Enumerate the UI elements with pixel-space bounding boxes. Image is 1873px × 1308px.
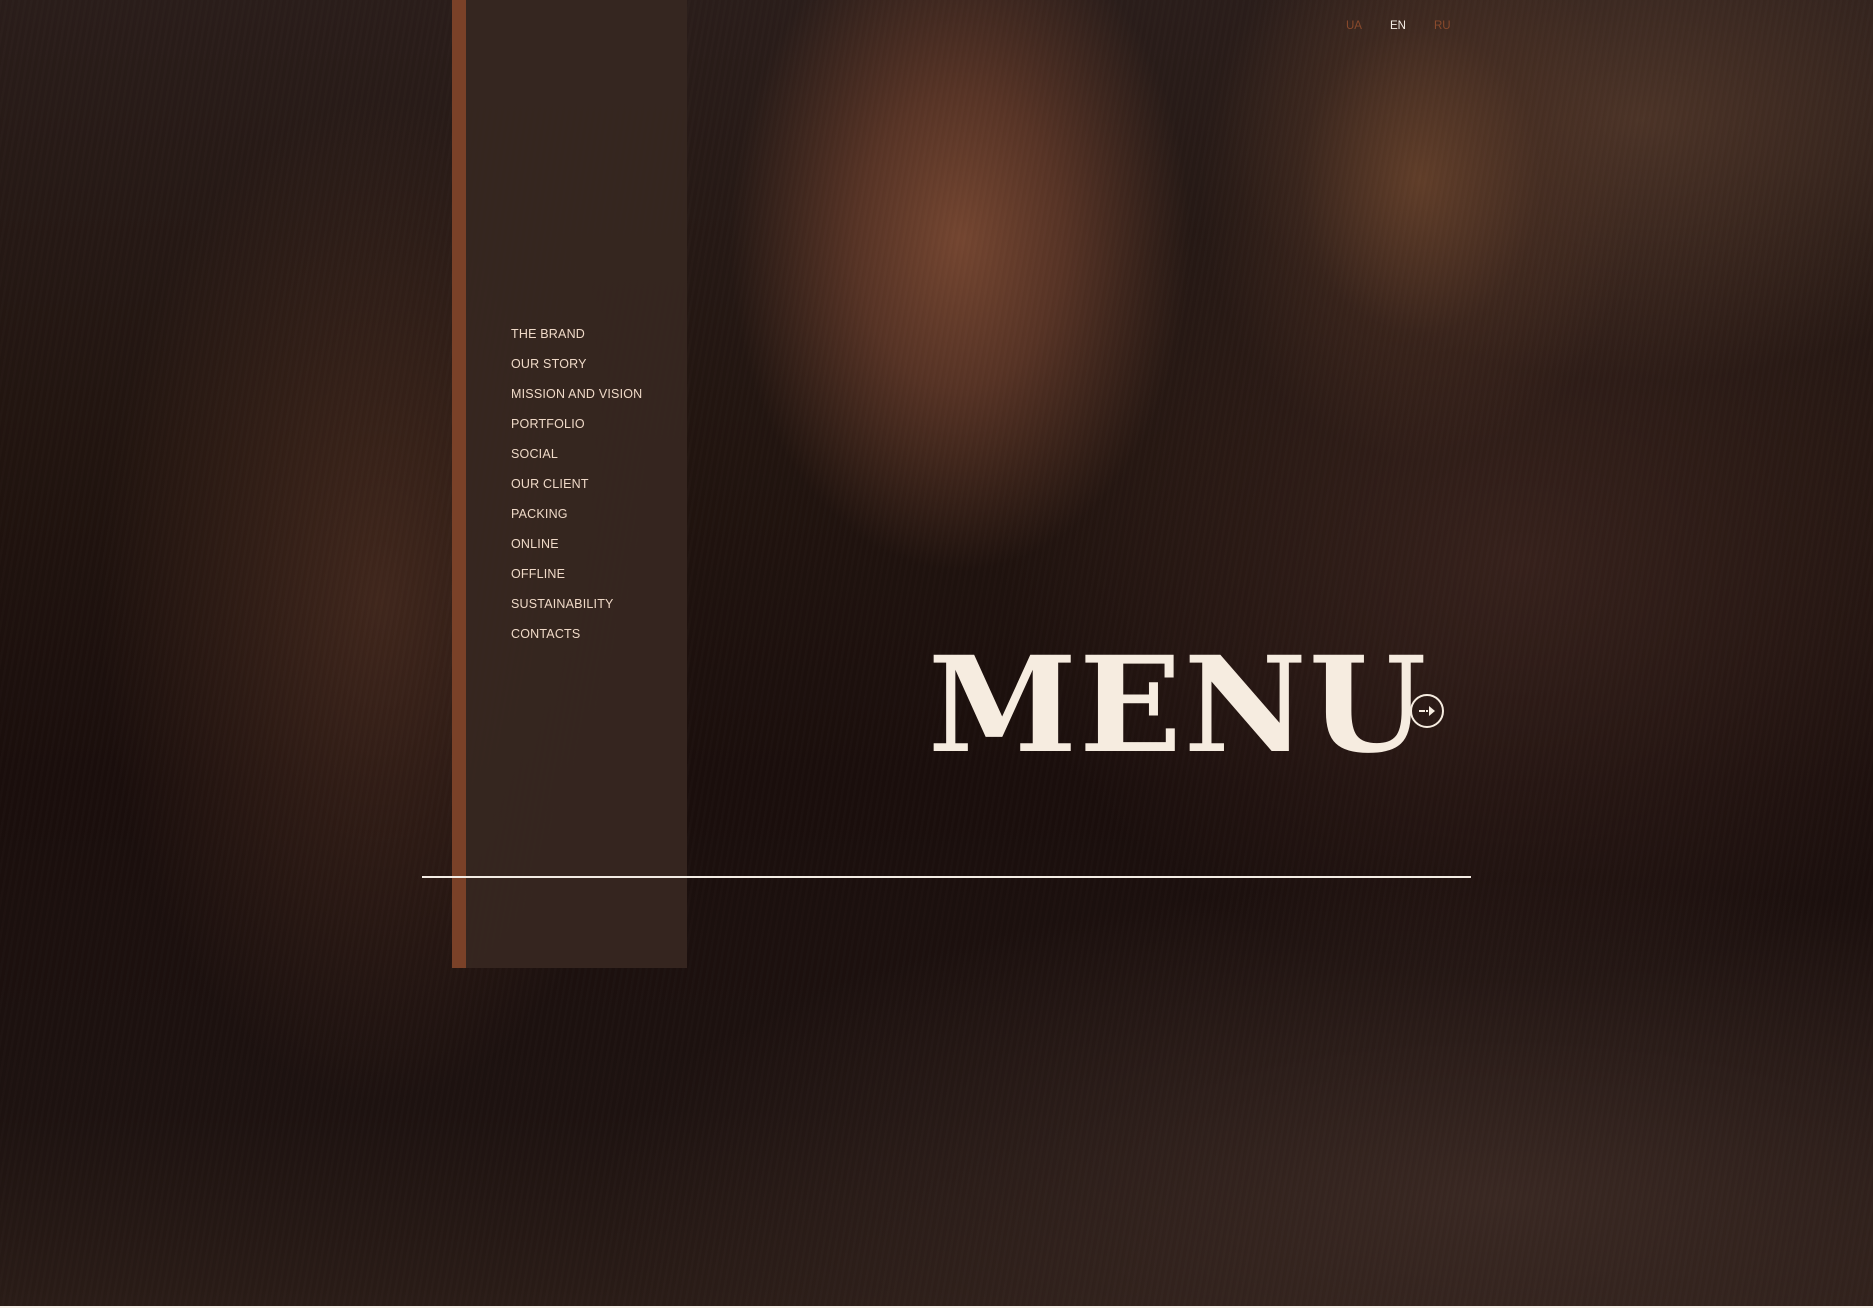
sidebar-item-sustainability: SUSTAINABILITY [511,593,642,623]
sidebar-item-our-client: OUR CLIENT [511,473,642,503]
sidebar-item-packing: PACKING [511,503,642,533]
sidebar-item-portfolio: PORTFOLIO [511,413,642,443]
sidebar-item-offline: OFFLINE [511,563,642,593]
nav-link-mission-and-vision[interactable]: MISSION AND VISION [511,387,642,401]
arrow-right-circle-icon [1419,706,1435,716]
sidebar-item-our-story: OUR STORY [511,353,642,383]
nav-link-portfolio[interactable]: PORTFOLIO [511,417,585,431]
sidebar-item-social: SOCIAL [511,443,642,473]
lang-option-en[interactable]: EN [1390,20,1406,32]
menu-toggle-button[interactable] [1410,694,1444,728]
nav-link-our-story[interactable]: OUR STORY [511,357,587,371]
lang-option-ua[interactable]: UA [1346,20,1362,32]
nav-link-contacts[interactable]: CONTACTS [511,627,580,641]
menu-title: MENU [928,628,1429,783]
nav-link-online[interactable]: ONLINE [511,537,559,551]
nav-link-our-client[interactable]: OUR CLIENT [511,477,589,491]
sidebar-nav: THE BRAND OUR STORY MISSION AND VISION P… [511,323,642,653]
sidebar-accent-bar [452,0,466,968]
nav-link-packing[interactable]: PACKING [511,507,568,521]
nav-link-social[interactable]: SOCIAL [511,447,558,461]
nav-link-offline[interactable]: OFFLINE [511,567,565,581]
page: THE BRAND OUR STORY MISSION AND VISION P… [0,0,1873,1308]
nav-link-the-brand[interactable]: THE BRAND [511,327,585,341]
sidebar-item-mission-and-vision: MISSION AND VISION [511,383,642,413]
horizontal-divider [422,876,1471,878]
sidebar-item-the-brand: THE BRAND [511,323,642,353]
sidebar-item-contacts: CONTACTS [511,623,642,653]
sidebar-item-online: ONLINE [511,533,642,563]
language-switcher: UA EN RU [1346,20,1451,32]
lang-option-ru[interactable]: RU [1434,20,1451,32]
nav-link-sustainability[interactable]: SUSTAINABILITY [511,597,614,611]
